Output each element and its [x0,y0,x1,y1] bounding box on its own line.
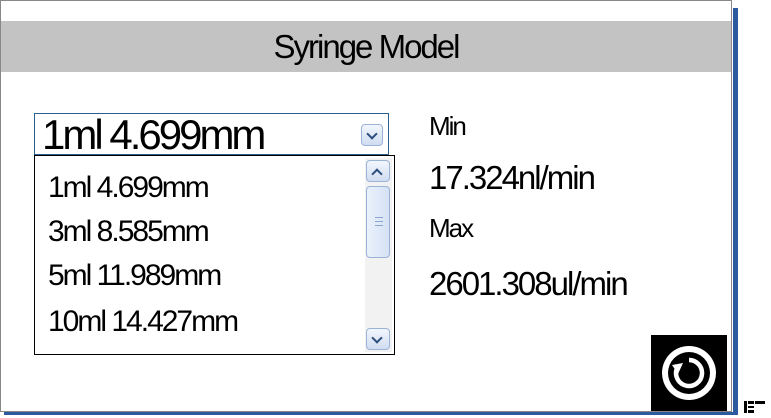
selected-syringe-value: 1ml 4.699mm [42,111,266,158]
page-title: Syringe Model [1,21,731,72]
max-label: Max [429,213,474,243]
main-panel: Syringe Model 1ml 4.699mm 1ml 4.699mm 3m… [0,0,732,412]
list-item[interactable]: 10ml 14.427mm [48,300,239,344]
chevron-down-icon[interactable] [366,328,390,350]
list-item[interactable]: 3ml 8.585mm [48,210,210,254]
syringe-dropdown-list[interactable]: 1ml 4.699mm 3ml 8.585mm 5ml 11.989mm 10m… [34,155,395,355]
chevron-up-icon[interactable] [366,160,390,182]
scrollbar[interactable] [365,158,392,352]
list-item[interactable]: 5ml 11.989mm [48,254,222,298]
min-value: 17.324nl/min [429,159,596,196]
min-label: Min [429,111,467,141]
frame-edge-bottom [4,412,738,415]
syringe-model-select[interactable]: 1ml 4.699mm [34,111,389,158]
back-button[interactable] [651,335,727,411]
pointer-cursor-icon [744,401,765,413]
frame-edge-right [733,8,738,414]
max-value: 2601.308ul/min [429,265,629,302]
back-rotate-icon [662,346,716,400]
chevron-down-icon[interactable] [361,124,383,146]
list-item[interactable]: 1ml 4.699mm [48,166,210,210]
scrollbar-thumb[interactable] [366,186,390,258]
